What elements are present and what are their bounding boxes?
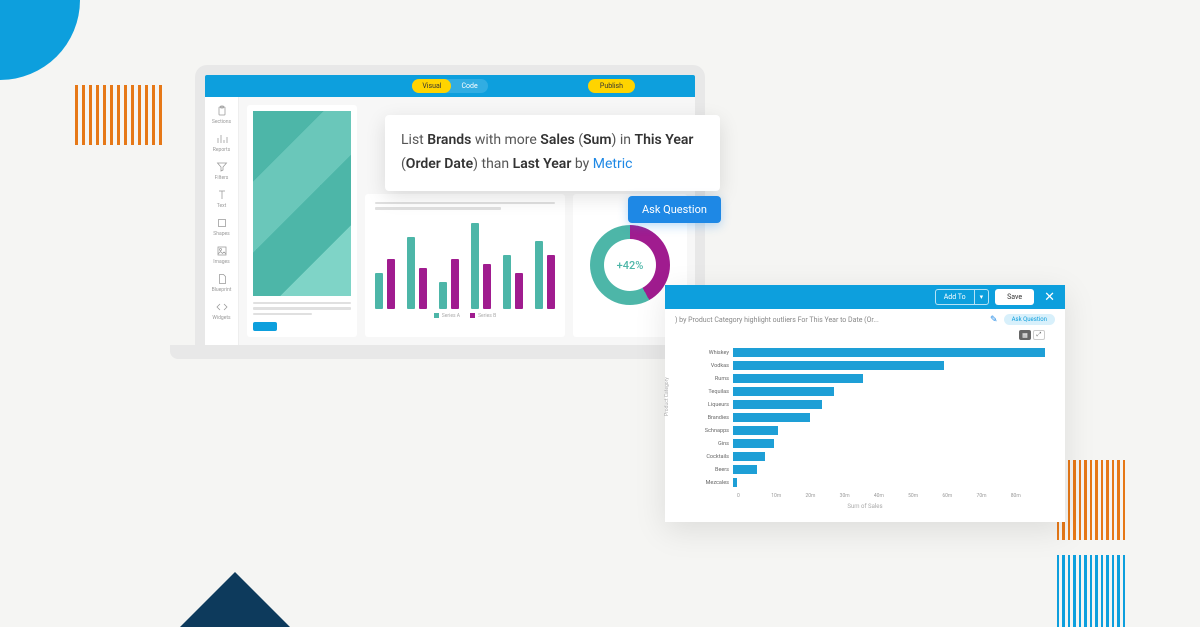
expand-icon[interactable]: ⤢ xyxy=(1033,330,1045,340)
sidebar-label: Blueprint xyxy=(212,287,232,293)
tab-visual[interactable]: Visual xyxy=(412,79,451,93)
query-subtitle: ) by Product Category highlight outliers… xyxy=(675,316,984,324)
chart-title-placeholder xyxy=(375,202,555,213)
sidebar-label: Images xyxy=(213,259,230,265)
add-to-caret[interactable]: ▾ xyxy=(974,289,990,305)
sidebar-label: Reports xyxy=(213,147,230,153)
sidebar-item-text[interactable]: Text xyxy=(205,185,238,213)
doc-icon xyxy=(216,273,228,285)
y-axis-label: Product Category xyxy=(664,377,670,416)
sidebar-label: Text xyxy=(217,203,227,209)
report-window: Add To ▾ Save ✕ ) by Product Category hi… xyxy=(665,285,1065,522)
sidebar-label: Widgets xyxy=(212,315,230,321)
deco-bars-orange-bottom xyxy=(1057,460,1126,540)
sidebar-label: Filters xyxy=(215,175,229,181)
text-placeholder xyxy=(253,302,351,319)
edit-icon[interactable]: ✎ xyxy=(990,315,998,325)
donut-center-value: +42% xyxy=(604,239,656,291)
shapes-icon xyxy=(216,217,228,229)
clipboard-icon xyxy=(216,105,228,117)
sidebar-item-widgets[interactable]: Widgets xyxy=(205,297,238,325)
query-subtitle-bar: ) by Product Category highlight outliers… xyxy=(665,309,1065,330)
tool-sidebar: Sections Reports Filters Text Shapes Ima… xyxy=(205,97,239,345)
bar-chart-icon xyxy=(216,133,228,145)
bar-chart-card[interactable]: Series ASeries B xyxy=(365,194,565,338)
sidebar-label: Shapes xyxy=(213,231,229,237)
image-icon xyxy=(216,245,228,257)
save-button[interactable]: Save xyxy=(995,289,1034,305)
add-to-dropdown: Add To ▾ xyxy=(935,289,989,305)
sidebar-item-sections[interactable]: Sections xyxy=(205,101,238,129)
deco-bars-orange-top xyxy=(75,85,162,145)
sidebar-item-images[interactable]: Images xyxy=(205,241,238,269)
laptop-base xyxy=(170,345,730,359)
deco-bars-blue-bottom xyxy=(1057,555,1126,627)
publish-button[interactable]: Publish xyxy=(588,79,635,93)
query-tooltip: List Brands with more Sales (Sum) in Thi… xyxy=(385,115,720,191)
view-toggle: ▦ ⤢ xyxy=(665,330,1065,344)
chart-legend: Series ASeries B xyxy=(375,313,555,319)
thumbnail-image xyxy=(253,111,351,296)
image-card[interactable] xyxy=(247,105,357,337)
text-icon xyxy=(216,189,228,201)
code-icon xyxy=(216,301,228,313)
ask-question-pill[interactable]: Ask Question xyxy=(1004,314,1055,325)
ask-question-button[interactable]: Ask Question xyxy=(628,196,721,223)
sidebar-item-blueprint[interactable]: Blueprint xyxy=(205,269,238,297)
sidebar-label: Sections xyxy=(212,119,231,125)
app-topbar: Visual Code Publish xyxy=(205,75,695,97)
mode-toggle: Visual Code xyxy=(412,79,487,93)
donut-chart: +42% xyxy=(590,225,670,305)
sidebar-item-filters[interactable]: Filters xyxy=(205,157,238,185)
close-icon[interactable]: ✕ xyxy=(1040,290,1059,305)
tab-code[interactable]: Code xyxy=(451,79,487,93)
grid-view-icon[interactable]: ▦ xyxy=(1019,330,1031,340)
sidebar-item-shapes[interactable]: Shapes xyxy=(205,213,238,241)
window-toolbar: Add To ▾ Save ✕ xyxy=(665,285,1065,309)
sidebar-item-reports[interactable]: Reports xyxy=(205,129,238,157)
funnel-icon xyxy=(216,161,228,173)
horizontal-bar-chart: WhiskeyVodkasRumsTequilasLiqueursBrandie… xyxy=(665,344,1065,522)
deco-quarter-circle xyxy=(0,0,80,80)
deco-triangle xyxy=(180,572,290,627)
add-to-button[interactable]: Add To xyxy=(935,289,974,305)
card-action-button[interactable] xyxy=(253,322,277,331)
grouped-bar-chart xyxy=(375,219,555,309)
